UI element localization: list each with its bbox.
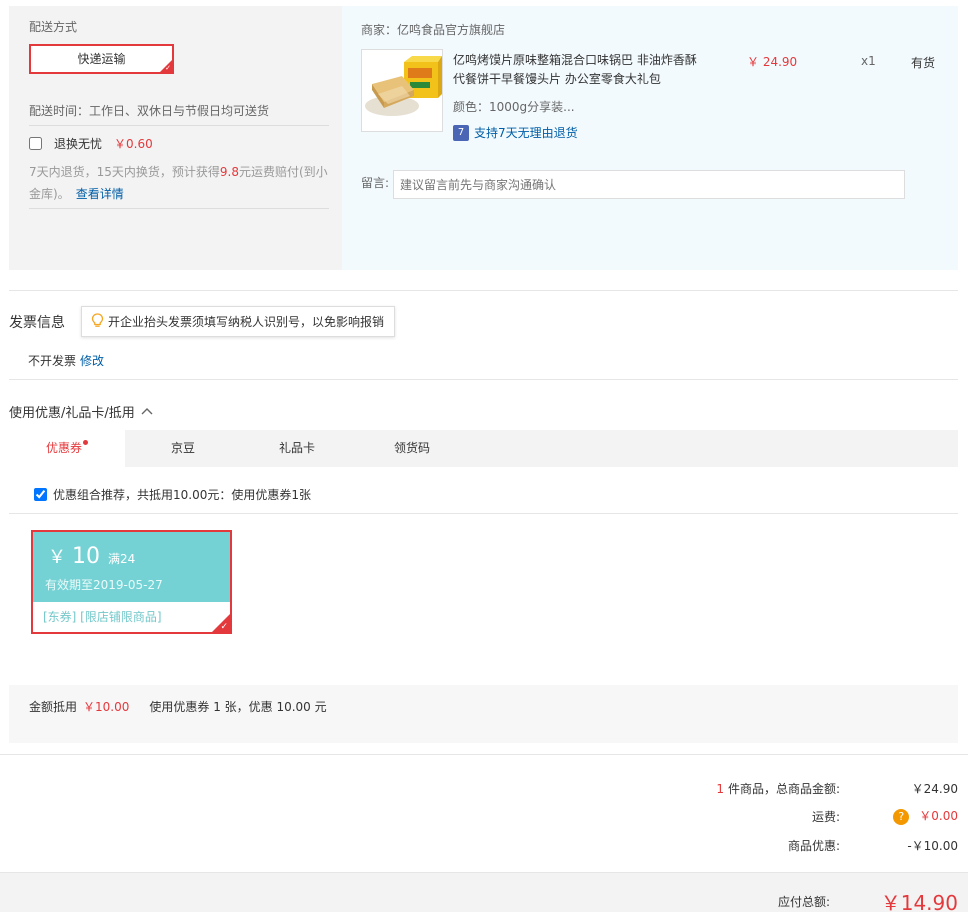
coupon-yen: ￥ [48, 547, 66, 568]
seven-day-return-icon: 7 [453, 124, 469, 141]
tuihuan-checkbox[interactable] [29, 136, 42, 150]
coupon-recommend: 优惠组合推荐，共抵用10.00元：使用优惠券1张 [34, 486, 311, 503]
total-goods-label: 1 件商品，总商品金额: [580, 780, 840, 797]
coupon-card-top: ￥ 10 满24 有效期至2019-05-27 [33, 532, 230, 602]
tuihuan-desc-text: 7天内退货，15天内换货，预计获得 [29, 165, 220, 179]
invoice-edit-link[interactable]: 修改 [80, 354, 104, 368]
help-icon[interactable]: ? [893, 809, 910, 825]
shipping-method-button[interactable]: 快递运输 ✓ [29, 44, 174, 74]
lightbulb-icon [91, 312, 104, 331]
coupon-tabs: 优惠券 京豆 礼品卡 领货码 [9, 430, 958, 467]
freight-row: 运费: ? ￥0.00 [580, 807, 958, 825]
tab-coupon[interactable]: 优惠券 [9, 430, 125, 467]
return-policy: 7 支持7天无理由退货 [453, 124, 578, 141]
freight-value-wrap: ? ￥0.00 [840, 807, 958, 825]
note-input[interactable] [393, 170, 905, 199]
payable-label: 应付总额: [777, 895, 830, 909]
coupon-recommend-checkbox[interactable] [34, 488, 47, 501]
payable-bar: 应付总额: ￥14.90 [0, 872, 968, 912]
coupon-condition: 满24 [108, 552, 136, 566]
tuihuan-description: 7天内退货，15天内换货，预计获得9.8元运费赔付(到小金库)。 查看详情 [29, 161, 329, 205]
coupon-scope: [东券] [限店铺限商品] [43, 610, 162, 624]
coupon-recommend-text: 优惠组合推荐，共抵用10.00元：使用优惠券1张 [53, 488, 311, 502]
invoice-status-text: 不开发票 [28, 354, 77, 368]
freight-value: ￥0.00 [919, 809, 958, 823]
new-dot-icon [83, 440, 88, 445]
tuihuan-option: 退换无忧 ￥0.60 [29, 135, 153, 151]
tab-giftcard[interactable]: 礼品卡 [239, 430, 355, 467]
coupon-summary-text: 使用优惠券 1 张，优惠 10.00 元 [149, 700, 327, 714]
total-goods-row: 1 件商品，总商品金额: ￥24.90 [580, 779, 958, 797]
tab-jingdou[interactable]: 京豆 [125, 430, 241, 467]
coupon-summary: 金额抵用 ￥10.00 使用优惠券 1 张，优惠 10.00 元 [29, 698, 327, 715]
coupon-summary-label: 金额抵用 [29, 700, 78, 714]
coupon-amount: ￥ 10 满24 [48, 543, 135, 569]
check-icon: ✓ [165, 64, 171, 72]
invoice-tip: 开企业抬头发票须填写纳税人识别号，以免影响报销 [81, 306, 396, 337]
coupon-section-toggle[interactable]: 使用优惠/礼品卡/抵用 [9, 402, 153, 421]
shop-panel: 商家：亿鸣食品官方旗舰店 亿鸣烤馍片原味整箱混合口味锅巴 非油炸香酥代餐饼干早餐… [342, 6, 958, 270]
note-label: 留言: [361, 176, 390, 190]
coupon-panel: 优惠券 京豆 礼品卡 领货码 优惠组合推荐，共抵用10.00元：使用优惠券1张 … [9, 430, 958, 743]
tab-label: 领货码 [393, 441, 430, 455]
invoice-status: 不开发票 修改 [28, 352, 104, 369]
coupon-validity: 有效期至2019-05-27 [45, 578, 163, 592]
view-detail-link[interactable]: 查看详情 [76, 187, 124, 201]
total-goods-value: ￥24.90 [911, 781, 958, 796]
divider [29, 125, 329, 126]
discount-row: 商品优惠: -￥10.00 [580, 836, 958, 854]
product-color: 颜色：1000g分享装... [453, 100, 575, 114]
coupon-content: 优惠组合推荐，共抵用10.00元：使用优惠券1张 ￥ 10 满24 有效期至20… [9, 467, 958, 685]
coupon-summary-value: ￥10.00 [83, 700, 130, 714]
tuihuan-price: ￥0.60 [114, 136, 153, 151]
divider [9, 379, 958, 380]
discount-value: -￥10.00 [907, 838, 958, 853]
coupon-value: 10 [72, 544, 100, 569]
chevron-up-icon [141, 405, 153, 418]
product-title[interactable]: 亿鸣烤馍片原味整箱混合口味锅巴 非油炸香酥代餐饼干早餐馒头片 办公室零食大礼包 [453, 51, 703, 89]
tab-pickup-code[interactable]: 领货码 [354, 430, 470, 467]
tab-label: 优惠券 [45, 441, 82, 455]
product-stock: 有货 [911, 56, 936, 70]
tuihuan-highlight: 9.8 [219, 165, 239, 179]
divider [9, 513, 958, 514]
shipping-method-label: 快递运输 [77, 52, 126, 66]
shipping-panel: 配送方式 快递运输 ✓ 配送时间：工作日、双休日与节假日均可送货 退换无忧 ￥0… [9, 6, 342, 270]
invoice-title: 发票信息 [9, 315, 65, 331]
invoice-tip-text: 开企业抬头发票须填写纳税人识别号，以免影响报销 [108, 315, 385, 329]
discount-label: 商品优惠: [787, 838, 840, 853]
goods-count: 1 [716, 781, 724, 796]
tab-label: 礼品卡 [278, 441, 315, 455]
product-price: ￥ 24.90 [747, 55, 798, 69]
shop-name: 商家：亿鸣食品官方旗舰店 [361, 23, 506, 37]
check-icon: ✓ [220, 622, 228, 632]
divider [0, 754, 968, 755]
coupon-section-title: 使用优惠/礼品卡/抵用 [9, 406, 135, 421]
tuihuan-label: 退换无忧 [54, 136, 103, 151]
freight-label: 运费: [811, 809, 840, 824]
divider [29, 208, 329, 209]
goods-label-text: 件商品，总商品金额: [727, 781, 840, 796]
tab-label: 京豆 [170, 441, 195, 455]
order-shop-section: 配送方式 快递运输 ✓ 配送时间：工作日、双休日与节假日均可送货 退换无忧 ￥0… [9, 6, 958, 270]
return-policy-text: 支持7天无理由退货 [474, 126, 578, 140]
product-qty: x1 [861, 54, 876, 68]
product-image-svg [362, 50, 442, 131]
shipping-time: 配送时间：工作日、双休日与节假日均可送货 [29, 104, 270, 118]
payable-value: ￥14.90 [880, 891, 958, 912]
shipping-title: 配送方式 [29, 20, 78, 34]
divider [9, 290, 958, 291]
coupon-card[interactable]: ￥ 10 满24 有效期至2019-05-27 [东券] [限店铺限商品] ✓ [31, 530, 232, 634]
product-image[interactable] [361, 49, 443, 132]
